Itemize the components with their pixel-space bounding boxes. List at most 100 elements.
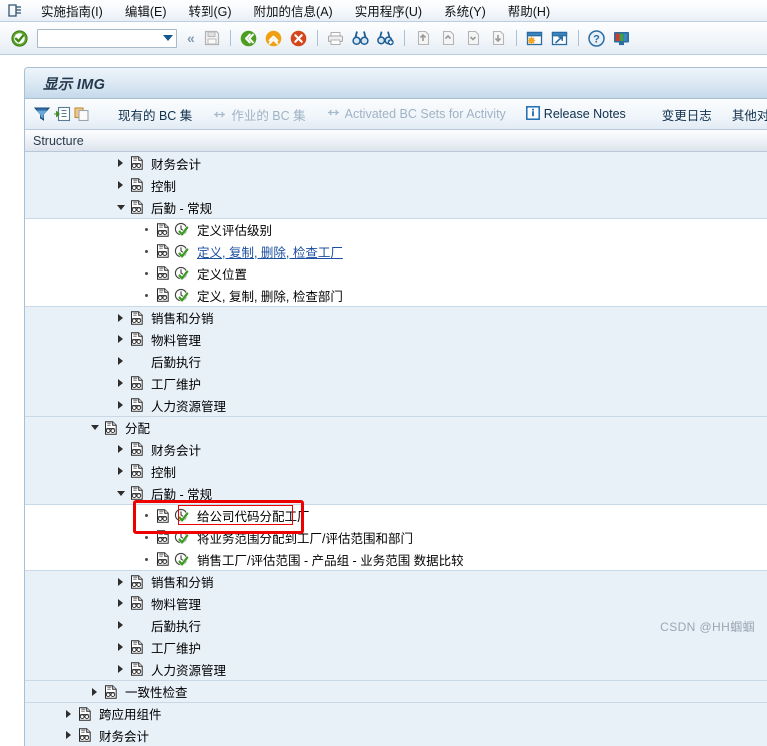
chevron-down-icon[interactable] bbox=[89, 422, 100, 433]
chevron-right-icon[interactable] bbox=[115, 444, 126, 455]
filter-icon[interactable] bbox=[33, 102, 51, 126]
chevron-right-icon[interactable] bbox=[115, 620, 126, 631]
tree-row[interactable]: 财务会计 bbox=[25, 724, 767, 746]
menu-item-additional-info[interactable]: 附加的信息(A) bbox=[243, 0, 344, 22]
tree-row-label[interactable]: 定义, 复制, 删除, 检查工厂 bbox=[193, 242, 343, 261]
chevron-down-icon[interactable] bbox=[163, 35, 173, 41]
tree-row[interactable]: 定义评估级别 bbox=[25, 218, 767, 240]
back-green-icon[interactable] bbox=[238, 27, 260, 49]
tree-row[interactable]: 定义, 复制, 删除, 检查工厂 bbox=[25, 240, 767, 262]
tree-row[interactable]: 后勤 - 常规 bbox=[25, 482, 767, 504]
chevron-right-icon[interactable] bbox=[115, 400, 126, 411]
img-activity-executable-icon[interactable] bbox=[174, 552, 189, 567]
tree-row[interactable]: 销售和分销 bbox=[25, 570, 767, 592]
img-activity-executable-icon[interactable] bbox=[174, 530, 189, 545]
menu-item-help[interactable]: 帮助(H) bbox=[497, 0, 561, 22]
existing-bc-sets-button[interactable]: 现有的 BC 集 bbox=[109, 105, 201, 124]
tree-row[interactable]: 人力资源管理 bbox=[25, 658, 767, 680]
tree-row[interactable]: 物料管理 bbox=[25, 328, 767, 350]
tree-row[interactable]: 给公司代码分配工厂 bbox=[25, 504, 767, 526]
menu-item-goto[interactable]: 转到(G) bbox=[177, 0, 242, 22]
tree-row[interactable]: 控制 bbox=[25, 174, 767, 196]
change-log-button[interactable]: 变更日志 bbox=[653, 105, 721, 124]
chevron-right-icon[interactable] bbox=[115, 466, 126, 477]
first-page-icon[interactable] bbox=[412, 27, 434, 49]
tree-row[interactable]: 定义位置 bbox=[25, 262, 767, 284]
menu-item-edit[interactable]: 编辑(E) bbox=[114, 0, 178, 22]
save-icon[interactable] bbox=[201, 27, 223, 49]
customize-local-layout-icon[interactable] bbox=[611, 27, 633, 49]
tree-row[interactable]: 销售工厂/评估范围 - 产品组 - 业务范围 数据比较 bbox=[25, 548, 767, 570]
tree-row[interactable]: 财务会计 bbox=[25, 152, 767, 174]
active-bc-sets-button[interactable]: 作业的 BC 集 bbox=[203, 105, 314, 124]
chevron-right-icon[interactable] bbox=[115, 664, 126, 675]
menu-item-implementation-guide[interactable]: 实施指南(I) bbox=[30, 0, 114, 22]
tree-row[interactable]: 一致性检查 bbox=[25, 680, 767, 702]
img-activity-executable-icon[interactable] bbox=[174, 244, 189, 259]
green-check-enter-icon[interactable] bbox=[8, 27, 30, 49]
menu-item-system[interactable]: 系统(Y) bbox=[433, 0, 497, 22]
last-page-icon[interactable] bbox=[487, 27, 509, 49]
img-structure-tree[interactable]: 财务会计控制后勤 - 常规定义评估级别定义, 复制, 删除, 检查工厂定义位置定… bbox=[25, 152, 767, 746]
chevron-right-icon[interactable] bbox=[115, 576, 126, 587]
release-notes-button[interactable]: Release Notes bbox=[517, 106, 635, 123]
previous-page-icon[interactable] bbox=[437, 27, 459, 49]
copy-icon[interactable] bbox=[73, 102, 91, 126]
double-chevron-left-icon[interactable]: « bbox=[184, 30, 198, 46]
tree-row[interactable]: 分配 bbox=[25, 416, 767, 438]
tree-row[interactable]: 控制 bbox=[25, 460, 767, 482]
chevron-right-icon[interactable] bbox=[115, 378, 126, 389]
chevron-down-icon[interactable] bbox=[115, 202, 126, 213]
find-icon[interactable] bbox=[350, 27, 372, 49]
next-page-icon[interactable] bbox=[462, 27, 484, 49]
tree-row[interactable]: 财务会计 bbox=[25, 438, 767, 460]
main-surface: 显示 IMG bbox=[0, 55, 767, 643]
menu-item-utilities[interactable]: 实用程序(U) bbox=[344, 0, 433, 22]
img-activity-executable-icon[interactable] bbox=[174, 288, 189, 303]
menu-label: 实用程序(U) bbox=[355, 5, 422, 19]
cancel-red-icon[interactable] bbox=[288, 27, 310, 49]
tree-row[interactable]: 人力资源管理 bbox=[25, 394, 767, 416]
tree-row[interactable]: 后勤执行 bbox=[25, 614, 767, 636]
create-session-icon[interactable] bbox=[524, 27, 546, 49]
tree-row[interactable]: 物料管理 bbox=[25, 592, 767, 614]
other-object-owner-button[interactable]: 其他对象所 bbox=[723, 105, 767, 124]
chevron-right-icon[interactable] bbox=[115, 158, 126, 169]
tree-row[interactable]: 工厂维护 bbox=[25, 372, 767, 394]
tree-row[interactable]: 后勤执行 bbox=[25, 350, 767, 372]
print-icon[interactable] bbox=[325, 27, 347, 49]
help-icon[interactable]: ? bbox=[586, 27, 608, 49]
chevron-right-icon[interactable] bbox=[89, 686, 100, 697]
tree-row[interactable]: 销售和分销 bbox=[25, 306, 767, 328]
tree-row-label: 人力资源管理 bbox=[147, 396, 226, 415]
command-field[interactable] bbox=[37, 29, 177, 48]
tree-row[interactable]: 工厂维护 bbox=[25, 636, 767, 658]
tree-row[interactable]: 定义, 复制, 删除, 检查部门 bbox=[25, 284, 767, 306]
create-shortcut-icon[interactable] bbox=[549, 27, 571, 49]
chevron-right-icon[interactable] bbox=[115, 642, 126, 653]
tree-row[interactable]: 将业务范围分配到工厂/评估范围和部门 bbox=[25, 526, 767, 548]
chevron-right-icon[interactable] bbox=[115, 312, 126, 323]
chevron-right-icon[interactable] bbox=[115, 180, 126, 191]
img-activity-executable-icon[interactable] bbox=[174, 508, 189, 523]
img-node-document-icon bbox=[130, 486, 144, 500]
activated-bc-sets-for-activity-button[interactable]: Activated BC Sets for Activity bbox=[317, 107, 515, 122]
menu-label: 编辑(E) bbox=[125, 5, 167, 19]
tree-row[interactable]: 后勤 - 常规 bbox=[25, 196, 767, 218]
tree-row[interactable]: 跨应用组件 bbox=[25, 702, 767, 724]
find-next-icon[interactable] bbox=[375, 27, 397, 49]
window-list-icon[interactable] bbox=[6, 3, 24, 19]
page-title: 显示 IMG bbox=[43, 73, 105, 94]
img-activity-executable-icon[interactable] bbox=[174, 222, 189, 237]
img-activity-executable-icon[interactable] bbox=[174, 266, 189, 281]
tree-row-label: 人力资源管理 bbox=[147, 660, 226, 679]
expand-node-icon[interactable] bbox=[53, 102, 71, 126]
chevron-down-icon[interactable] bbox=[115, 488, 126, 499]
exit-yellow-icon[interactable] bbox=[263, 27, 285, 49]
chevron-right-icon[interactable] bbox=[63, 708, 74, 719]
img-node-document-icon bbox=[130, 662, 144, 676]
chevron-right-icon[interactable] bbox=[115, 356, 126, 367]
chevron-right-icon[interactable] bbox=[115, 598, 126, 609]
chevron-right-icon[interactable] bbox=[63, 730, 74, 741]
chevron-right-icon[interactable] bbox=[115, 334, 126, 345]
